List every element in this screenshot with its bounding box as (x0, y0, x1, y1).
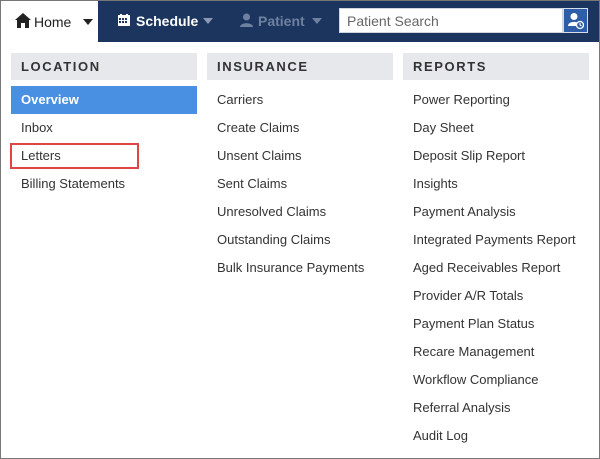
window-frame (0, 0, 600, 459)
